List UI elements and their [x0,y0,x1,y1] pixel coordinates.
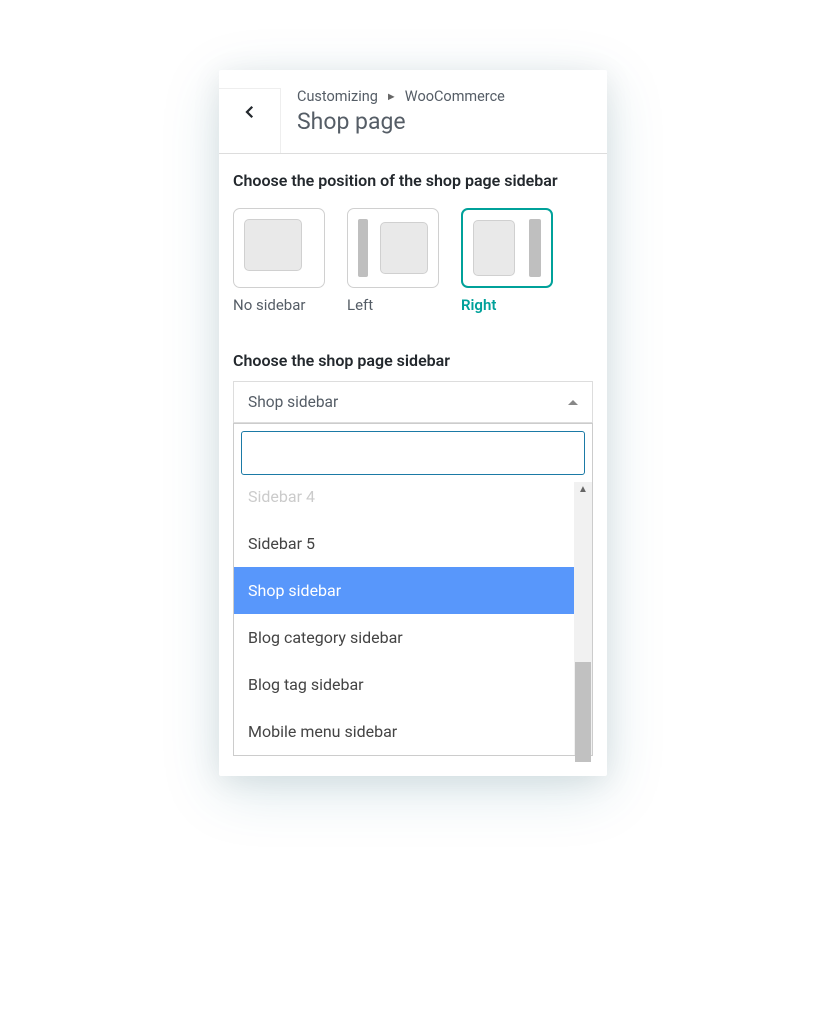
layout-option-none[interactable]: No sidebar [233,208,325,314]
layout-preview-right [461,208,553,288]
sidebar-position-label: Choose the position of the shop page sid… [219,168,607,194]
customizer-panel: Customizing ► WooCommerce Shop page Choo… [219,70,607,776]
sidebar-select-field[interactable]: Shop sidebar [233,381,593,423]
chevron-left-icon [241,103,259,121]
breadcrumb-section: WooCommerce [405,88,505,105]
layout-option-left[interactable]: Left [347,208,439,314]
layout-option-right[interactable]: Right [461,208,553,314]
dropdown-option[interactable]: Blog tag sidebar [234,661,574,708]
preview-sidebar-block [529,219,541,277]
layout-label-right: Right [461,296,553,314]
panel-header: Customizing ► WooCommerce Shop page [219,70,607,154]
layout-options: No sidebar Left Right [219,208,607,314]
scrollbar-thumb[interactable] [575,662,591,762]
dropdown-option[interactable]: Sidebar 5 [234,520,574,567]
dropdown-option[interactable]: Shop sidebar [234,567,574,614]
layout-label-left: Left [347,296,439,314]
preview-content-block [380,222,428,274]
sidebar-select-label: Choose the shop page sidebar [219,348,607,374]
preview-sidebar-block [358,219,368,277]
panel-body: Choose the position of the shop page sid… [219,154,607,756]
triangle-up-icon [568,400,578,405]
breadcrumb-root: Customizing [297,88,378,105]
sidebar-dropdown: Sidebar 4 Sidebar 5 Shop sidebar Blog ca… [233,423,593,756]
dropdown-options-container: Sidebar 4 Sidebar 5 Shop sidebar Blog ca… [234,482,592,755]
page-title: Shop page [297,108,607,135]
breadcrumb-separator-icon: ► [386,90,397,103]
dropdown-scrollbar[interactable]: ▲ ▼ [574,482,592,755]
dropdown-search-input[interactable] [241,431,585,475]
select-current-value: Shop sidebar [248,393,338,411]
layout-label-none: No sidebar [233,296,325,314]
dropdown-option[interactable]: Sidebar 4 [234,482,574,520]
preview-content-block [244,219,302,271]
scroll-up-arrow-icon[interactable]: ▲ [578,485,588,495]
layout-preview-none [233,208,325,288]
header-text: Customizing ► WooCommerce Shop page [281,70,607,153]
preview-content-block [473,220,515,276]
select-display[interactable]: Shop sidebar [233,381,593,423]
back-button[interactable] [219,88,281,153]
dropdown-options-list: Sidebar 4 Sidebar 5 Shop sidebar Blog ca… [234,482,574,755]
layout-preview-left [347,208,439,288]
dropdown-option[interactable]: Blog category sidebar [234,614,574,661]
search-input-wrapper [234,424,592,482]
dropdown-option[interactable]: Mobile menu sidebar [234,708,574,755]
breadcrumb: Customizing ► WooCommerce [297,88,607,105]
